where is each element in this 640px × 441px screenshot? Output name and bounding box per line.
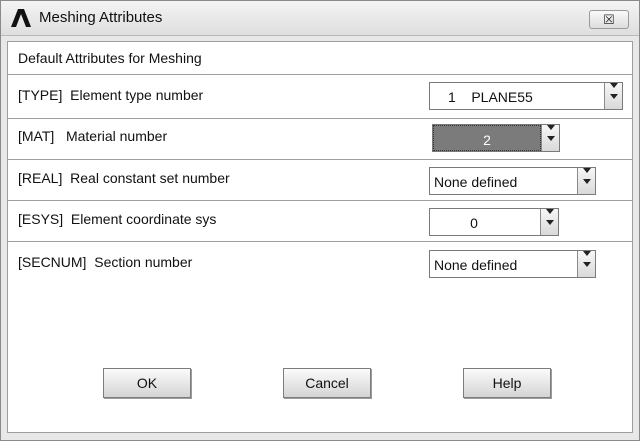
dialog-heading-row: Default Attributes for Meshing [8, 42, 632, 75]
real-constant-select[interactable]: None defined [429, 167, 596, 195]
chevron-down-icon[interactable] [540, 209, 558, 235]
field-label-secnum: [SECNUM] Section number [18, 254, 193, 270]
field-row-secnum: [SECNUM] Section number None defined [8, 242, 632, 284]
real-constant-value: None defined [434, 174, 518, 190]
dialog-body: Default Attributes for Meshing [TYPE] El… [7, 41, 633, 433]
help-button[interactable]: Help [463, 368, 551, 398]
chevron-down-icon[interactable] [577, 168, 595, 194]
material-number-value: 2 [433, 125, 541, 151]
field-row-esys: [ESYS] Element coordinate sys 0 [8, 201, 632, 242]
element-type-select[interactable]: 1 PLANE55 [429, 82, 623, 110]
dialog-heading: Default Attributes for Meshing [18, 50, 202, 66]
section-number-select[interactable]: None defined [429, 250, 596, 278]
close-button[interactable]: ☒ [589, 10, 629, 29]
chevron-down-icon[interactable] [541, 125, 559, 151]
cancel-button-label: Cancel [305, 375, 349, 391]
field-label-esys: [ESYS] Element coordinate sys [18, 211, 217, 227]
element-coord-sys-value: 0 [470, 215, 478, 231]
chevron-down-icon[interactable] [604, 83, 622, 109]
element-coord-sys-select[interactable]: 0 [429, 208, 559, 236]
section-number-value: None defined [434, 257, 518, 273]
meshing-attributes-window: Meshing Attributes ☒ Default Attributes … [0, 0, 640, 441]
chevron-down-icon[interactable] [577, 251, 595, 277]
window-title: Meshing Attributes [39, 9, 163, 26]
field-row-type: [TYPE] Element type number 1 PLANE55 [8, 75, 632, 119]
field-row-real: [REAL] Real constant set number None def… [8, 160, 632, 201]
field-row-mat: [MAT] Material number 2 [8, 119, 632, 160]
element-type-value: 1 PLANE55 [448, 89, 533, 105]
material-number-select[interactable]: 2 [432, 124, 560, 152]
field-label-type: [TYPE] Element type number [18, 87, 204, 103]
cancel-button[interactable]: Cancel [283, 368, 371, 398]
close-icon: ☒ [603, 12, 615, 27]
ok-button-label: OK [136, 375, 158, 391]
help-button-label: Help [492, 375, 522, 391]
field-label-mat: [MAT] Material number [18, 128, 168, 144]
ok-button[interactable]: OK [103, 368, 191, 398]
title-bar[interactable]: Meshing Attributes ☒ [1, 1, 639, 36]
ansys-logo-icon [11, 9, 31, 27]
field-label-real: [REAL] Real constant set number [18, 170, 230, 186]
